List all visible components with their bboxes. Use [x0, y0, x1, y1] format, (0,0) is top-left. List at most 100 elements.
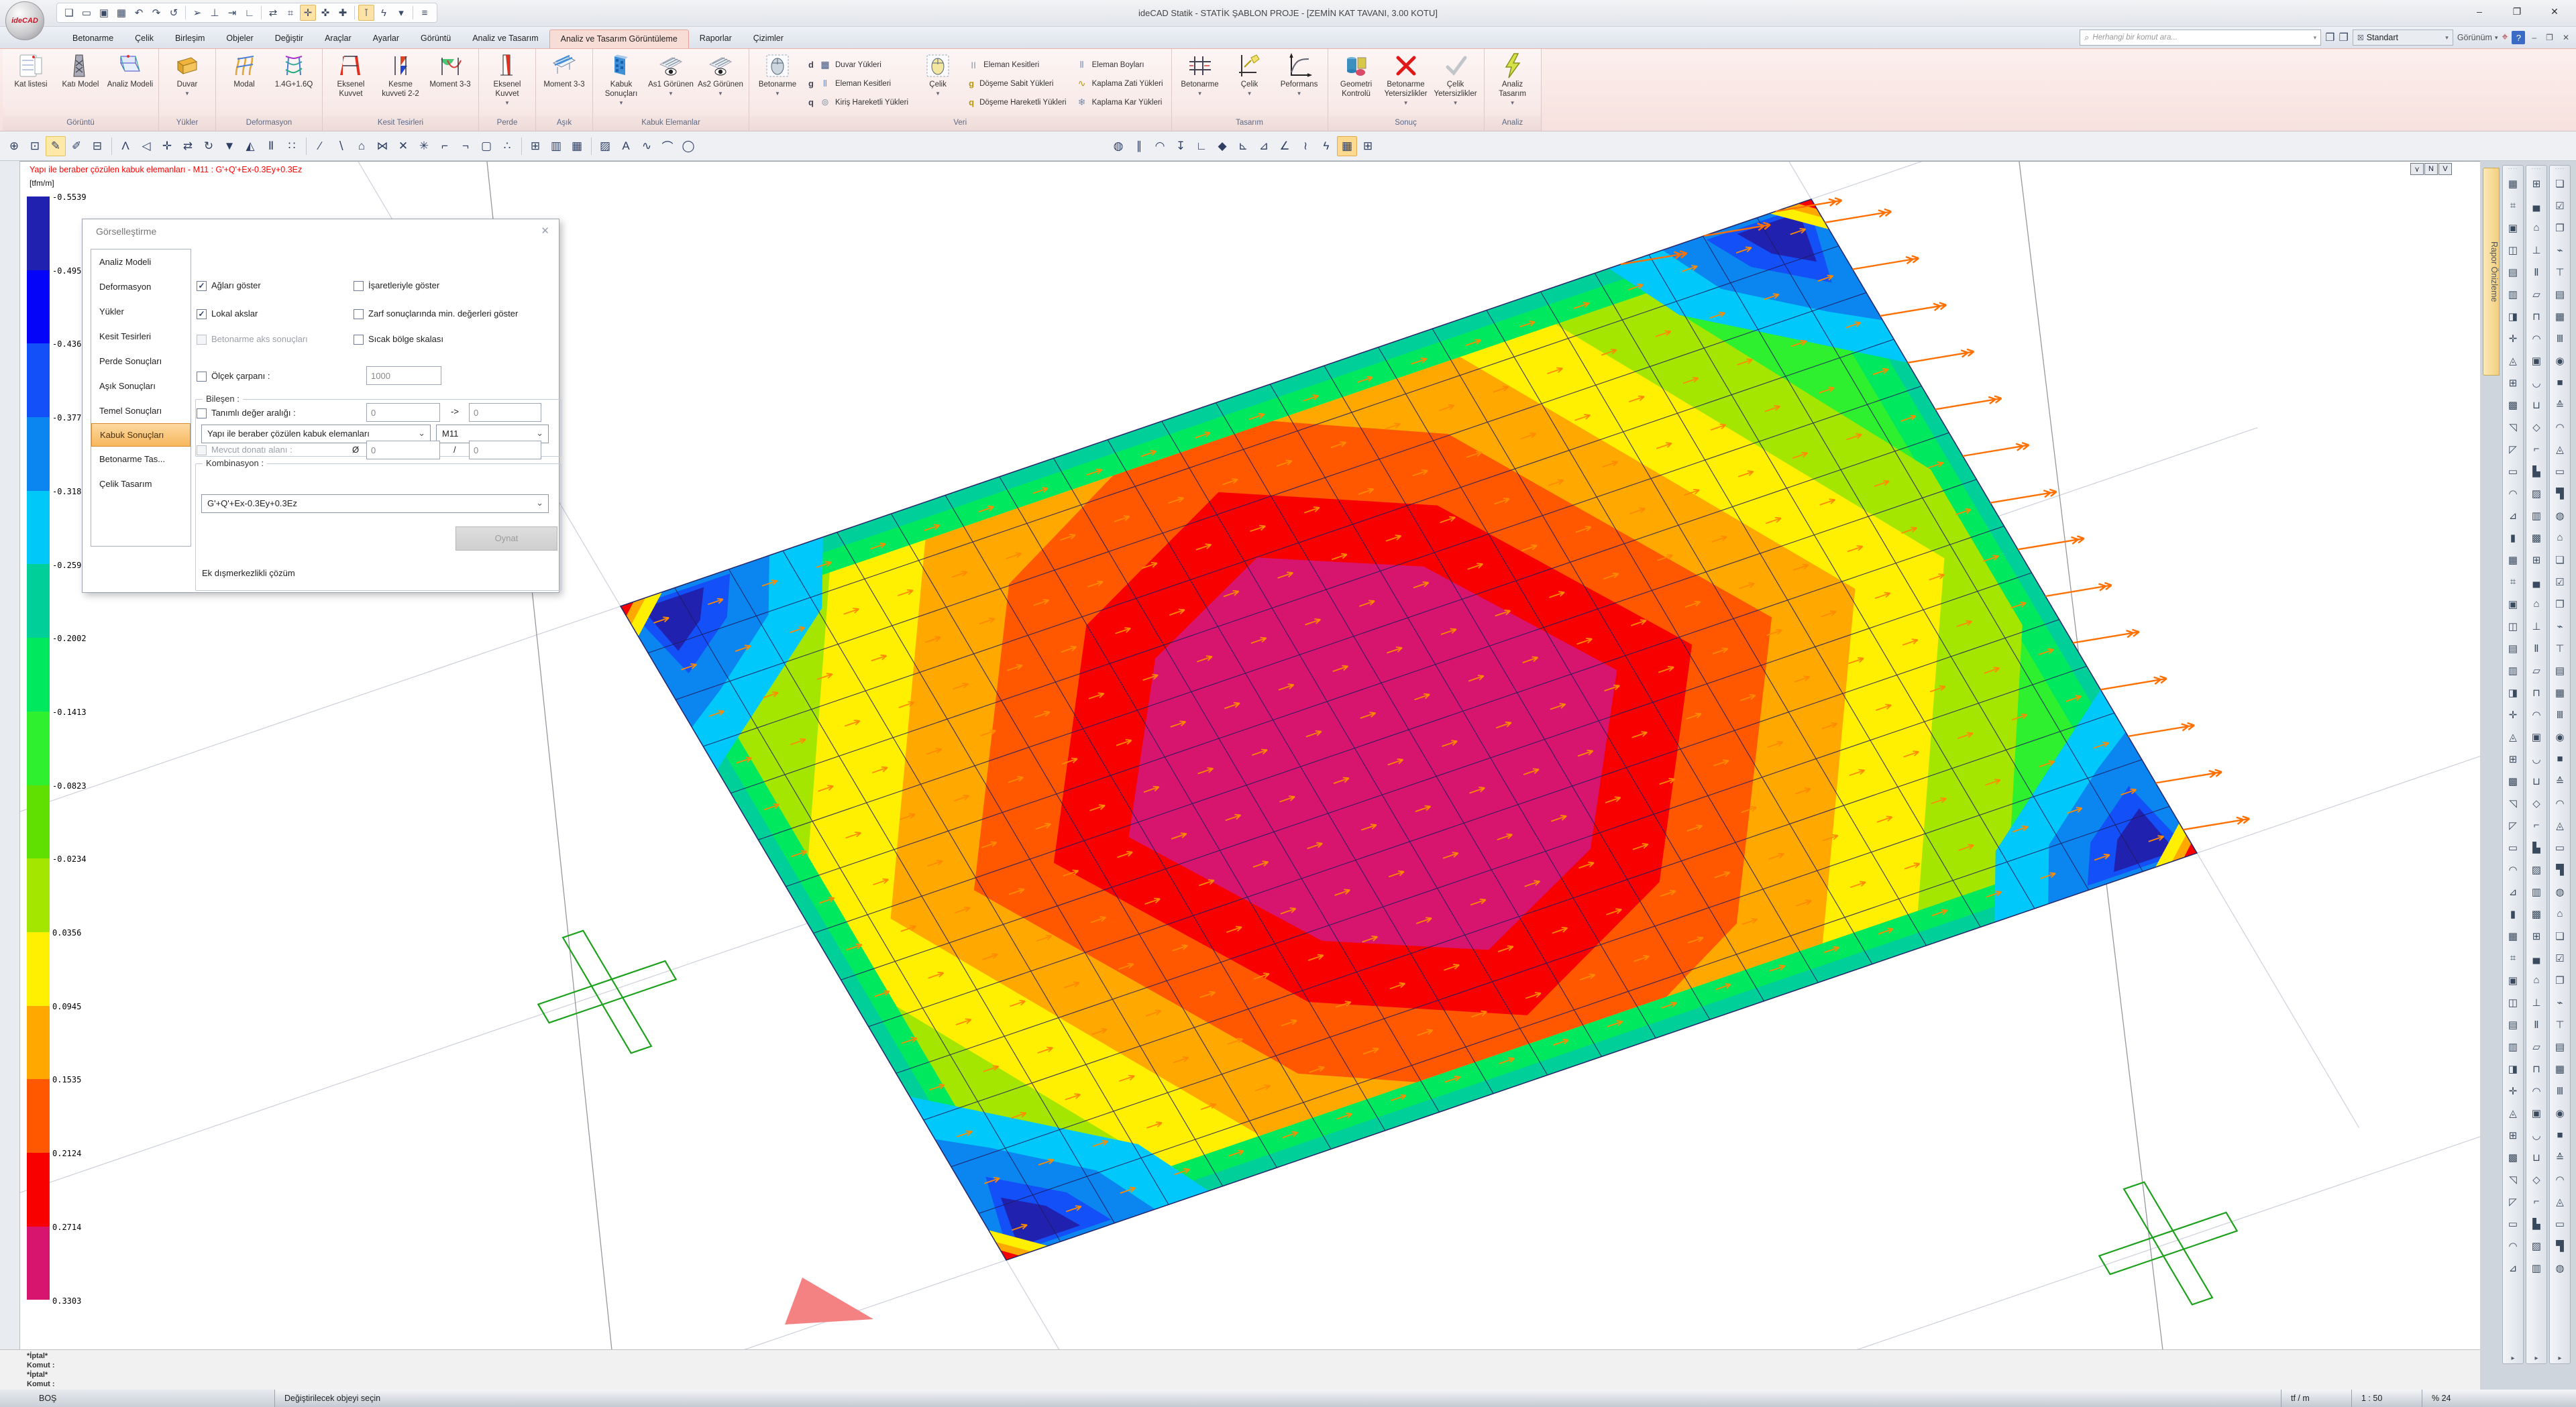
- panel-icon[interactable]: ◫: [2504, 239, 2522, 261]
- paste-down-icon[interactable]: ▼: [219, 136, 239, 156]
- panel-icon[interactable]: ▭: [2551, 1213, 2569, 1235]
- menu-item-g-r-nt[interactable]: Görüntü: [410, 30, 462, 48]
- panel-icon[interactable]: ▨: [2527, 482, 2546, 504]
- panel-icon[interactable]: ◇: [2527, 1168, 2546, 1190]
- panel-icon[interactable]: ⌗: [2504, 571, 2522, 593]
- text-icon[interactable]: A: [616, 136, 636, 156]
- ribbon-button-geometri-kontrol[interactable]: Geometri Kontrolü: [1332, 51, 1381, 116]
- panel-icon[interactable]: ▭: [2504, 1213, 2522, 1235]
- panel-icon[interactable]: ▣: [2504, 593, 2522, 615]
- ribbon-item-kaplama-zati-y-kleri[interactable]: ∿Kaplama Zati Yükleri: [1076, 76, 1163, 92]
- panel-icon[interactable]: ⌁: [2551, 991, 2569, 1013]
- panel-icon[interactable]: ▦: [2551, 1058, 2569, 1080]
- scale-factor-input[interactable]: [366, 366, 441, 385]
- ribbon-item-kaplama-kar-y-kleri[interactable]: ❄Kaplama Kar Yükleri: [1076, 95, 1163, 111]
- panel-icon[interactable]: ▨: [2527, 858, 2546, 881]
- ribbon-button-betonarme[interactable]: Betonarme▼: [1176, 51, 1224, 116]
- array-icon[interactable]: ∷: [282, 136, 302, 156]
- panel-icon[interactable]: ▣: [2504, 217, 2522, 239]
- panel-icon[interactable]: ⌐: [2527, 1190, 2546, 1213]
- panel-icon[interactable]: ▙: [2527, 460, 2546, 482]
- zoom-window-icon[interactable]: ⊡: [25, 136, 45, 156]
- steel-section-icon[interactable]: ∥: [1129, 136, 1149, 156]
- panel-icon[interactable]: ◠: [2504, 1235, 2522, 1257]
- panel-icon[interactable]: ◠: [2504, 482, 2522, 504]
- table-icon[interactable]: ⊞: [1358, 136, 1378, 156]
- overflow-icon[interactable]: ≡: [417, 5, 433, 21]
- panel-icon[interactable]: ⌁: [2551, 615, 2569, 637]
- doc-minimize-button[interactable]: –: [2529, 33, 2539, 42]
- ribbon-button-elik[interactable]: Çelik▼: [914, 51, 962, 116]
- panel-icon[interactable]: ⊤: [2551, 637, 2569, 659]
- panel-icon[interactable]: Ⅱ: [2527, 261, 2546, 283]
- mirror-icon[interactable]: ◭: [240, 136, 260, 156]
- panel-icon[interactable]: ▤: [2551, 659, 2569, 681]
- panel-icon[interactable]: ◹: [2504, 792, 2522, 814]
- anchor-icon[interactable]: ↧: [1171, 136, 1191, 156]
- panel-icon[interactable]: ▩: [2527, 903, 2546, 925]
- panel-icon[interactable]: ▨: [2527, 1235, 2546, 1257]
- help-icon[interactable]: ?: [2512, 31, 2525, 44]
- panel-icon[interactable]: ⊤: [2551, 1013, 2569, 1035]
- trim-icon[interactable]: ∕: [310, 136, 330, 156]
- revert-icon[interactable]: ↺: [166, 5, 182, 21]
- ribbon-button-moment-3-3[interactable]: Moment 3-3: [540, 51, 588, 116]
- panel-icon[interactable]: ▦: [2551, 681, 2569, 704]
- panel-icon[interactable]: ▜: [2551, 858, 2569, 881]
- dialog-list-item-kabuk-sonu-lar[interactable]: Kabuk Sonuçları: [91, 423, 191, 447]
- table-active-icon[interactable]: ▦: [1337, 136, 1357, 156]
- panel-icon[interactable]: ◸: [2504, 1190, 2522, 1213]
- panel-icon[interactable]: ▥: [2504, 659, 2522, 681]
- panel-icon[interactable]: ◡: [2527, 748, 2546, 770]
- panel-icon[interactable]: ▄: [2527, 571, 2546, 593]
- panel-icon[interactable]: ⌐: [2527, 814, 2546, 836]
- mesh-icon[interactable]: ⌗: [282, 5, 299, 21]
- panel-icon[interactable]: ⊞: [2527, 549, 2546, 571]
- panel-icon[interactable]: ❐: [2551, 217, 2569, 239]
- undo-icon[interactable]: ↶: [131, 5, 147, 21]
- dialog-list-item-deformasyon[interactable]: Deformasyon: [91, 274, 191, 299]
- status-scale[interactable]: 1 : 50: [2351, 1390, 2422, 1407]
- new-file-icon[interactable]: ❏: [61, 5, 77, 21]
- menu-item-objeler[interactable]: Objeler: [215, 30, 264, 48]
- panel-icon[interactable]: ▜: [2551, 482, 2569, 504]
- perpendicular-icon[interactable]: ⊥: [207, 5, 223, 21]
- panel-icon[interactable]: ▭: [2504, 460, 2522, 482]
- panel-icon[interactable]: ◬: [2551, 438, 2569, 460]
- panel-icon[interactable]: ▤: [2504, 637, 2522, 659]
- ribbon-button-moment-3-3[interactable]: Moment 3-3: [426, 51, 474, 116]
- panel-icon[interactable]: ⌁: [2551, 239, 2569, 261]
- panel-icon[interactable]: ▣: [2527, 726, 2546, 748]
- panel-icon[interactable]: ▦: [2504, 549, 2522, 571]
- search-dropdown-icon[interactable]: ▾: [2314, 34, 2317, 42]
- ribbon-button-betonarme[interactable]: Betonarme▼: [753, 51, 802, 116]
- panel-icon[interactable]: ◬: [2551, 1190, 2569, 1213]
- panel-icon[interactable]: ⌂: [2551, 526, 2569, 549]
- panel-icon[interactable]: ◍: [2551, 881, 2569, 903]
- panel-icon[interactable]: ⊿: [2504, 504, 2522, 526]
- snap-icon[interactable]: ✛: [300, 5, 316, 21]
- panel-icon[interactable]: ❏: [2551, 172, 2569, 194]
- compass-icon[interactable]: Λ: [115, 136, 136, 156]
- visualization-dialog[interactable]: Görselleştirme ✕ Analiz ModeliDeformasyo…: [82, 219, 559, 593]
- panel-icon[interactable]: ≙: [2551, 770, 2569, 792]
- panel-icon[interactable]: ▣: [2527, 349, 2546, 372]
- chart-c-icon[interactable]: ∠: [1275, 136, 1295, 156]
- panel-icon[interactable]: ⊞: [2527, 925, 2546, 947]
- redo-icon[interactable]: ↷: [148, 5, 164, 21]
- restore-button[interactable]: ❐: [2498, 0, 2536, 23]
- panel-icon[interactable]: ▦: [2504, 172, 2522, 194]
- ribbon-item-eleman-boylar[interactable]: ⅡEleman Boyları: [1076, 57, 1163, 73]
- ribbon-button-duvar[interactable]: Duvar▼: [163, 51, 211, 116]
- dimension-icon[interactable]: ⇄: [265, 5, 281, 21]
- panel-icon[interactable]: ☑: [2551, 194, 2569, 217]
- check-i-aretleriyle-g-ster-checkbox[interactable]: [354, 281, 364, 291]
- binocular-icon[interactable]: ⌖: [2502, 32, 2508, 44]
- panel-icon[interactable]: ◇: [2527, 792, 2546, 814]
- ribbon-item-eleman-kesitleri[interactable]: ΙΙEleman Kesitleri: [967, 57, 1067, 73]
- panel-icon[interactable]: ▦: [2504, 925, 2522, 947]
- grid-icon[interactable]: ⊞: [525, 136, 545, 156]
- report-preview-tab[interactable]: Rapor Önizleme: [2483, 168, 2500, 376]
- view-v-button[interactable]: V: [2438, 163, 2452, 175]
- panel-icon[interactable]: ⊔: [2527, 394, 2546, 416]
